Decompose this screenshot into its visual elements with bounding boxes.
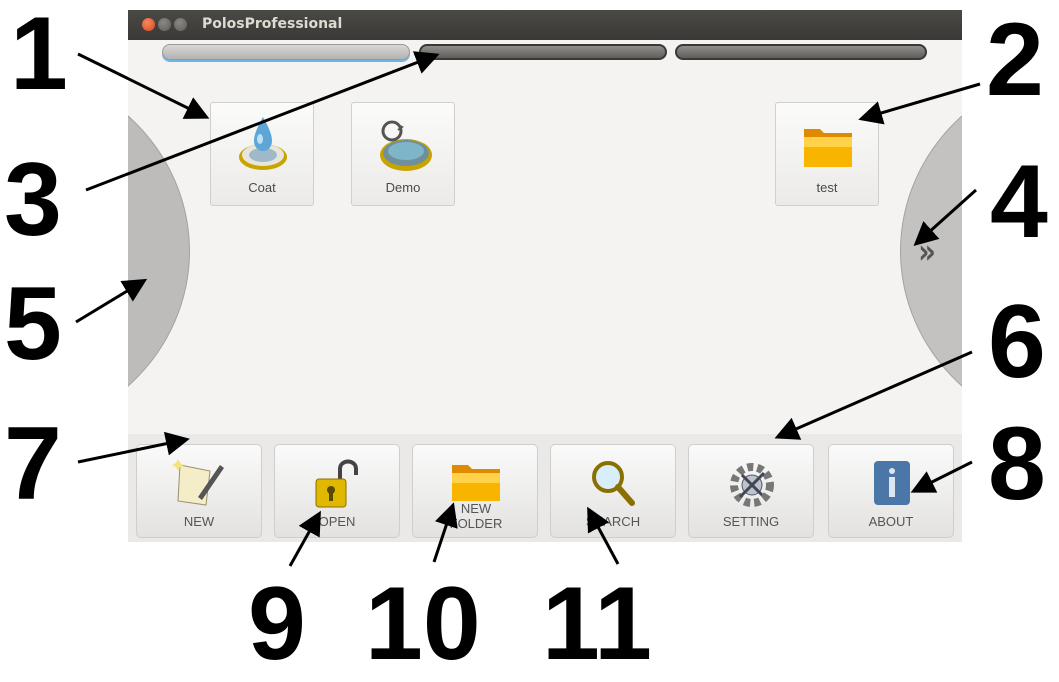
callout-arrow [587,506,620,565]
callout-arrow [77,52,210,119]
callout-arrow [432,502,458,563]
callout-arrow [85,51,440,192]
callout-arrow [77,431,190,464]
callout-arrow [858,82,981,125]
callout-arrow [910,460,973,493]
callout-arrow [774,350,973,440]
callout-arrow [913,188,978,247]
callout-arrow [75,278,148,324]
callout-arrow [288,510,321,567]
callout-arrows [75,51,981,567]
